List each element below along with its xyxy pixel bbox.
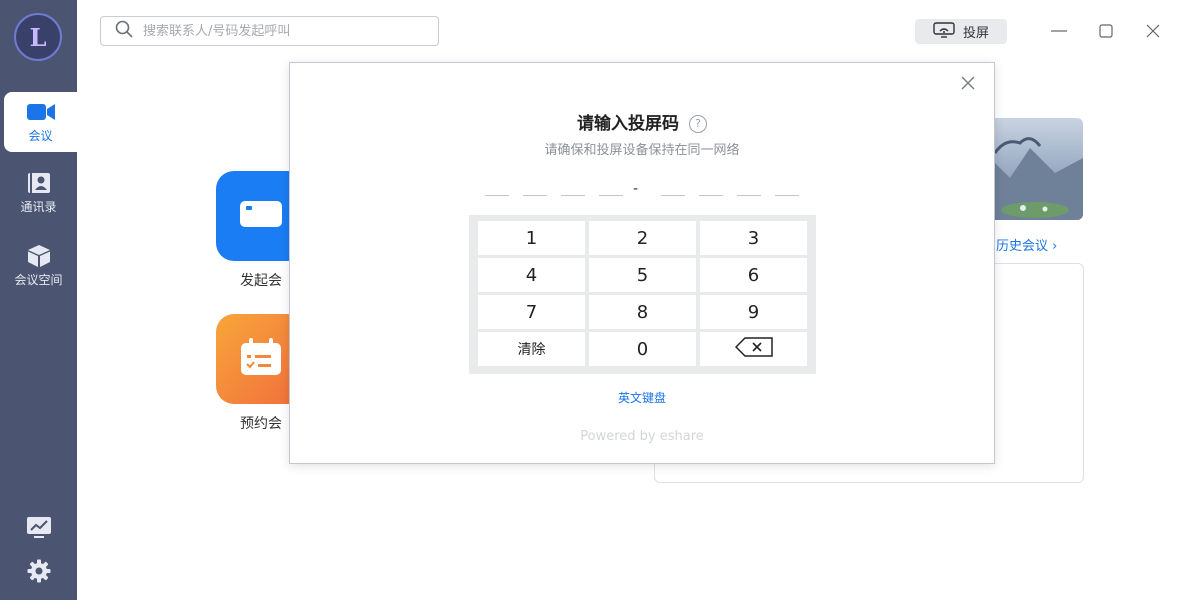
key-5[interactable]: 5 xyxy=(589,258,696,292)
sidebar-item-label: 通讯录 xyxy=(20,200,57,214)
key-0[interactable]: 0 xyxy=(589,332,696,366)
key-1[interactable]: 1 xyxy=(478,221,585,255)
minimize-icon[interactable] xyxy=(1047,20,1071,42)
key-3[interactable]: 3 xyxy=(700,221,807,255)
dialog-title: 请输入投屏码 xyxy=(577,114,679,134)
sidebar-item-meeting-space[interactable]: 会议空间 xyxy=(0,236,77,296)
dialog-subtitle: 请确保和投屏设备保持在同一网络 xyxy=(544,143,740,158)
search-input[interactable] xyxy=(143,23,423,39)
cast-screen-icon xyxy=(933,21,955,42)
code-slot xyxy=(599,195,623,196)
key-6[interactable]: 6 xyxy=(700,258,807,292)
code-slot xyxy=(737,195,761,196)
logo-letter: L xyxy=(29,22,47,52)
key-8[interactable]: 8 xyxy=(589,295,696,329)
monitor-chart-icon[interactable] xyxy=(0,512,77,544)
app-logo[interactable]: L xyxy=(14,13,62,61)
sidebar-item-label: 会议空间 xyxy=(14,273,63,287)
english-keyboard-link[interactable]: 英文键盘 xyxy=(290,389,994,406)
history-meetings-link[interactable]: 历史会议 › xyxy=(996,235,1057,254)
video-camera-icon xyxy=(26,100,55,124)
backspace-key[interactable] xyxy=(700,332,807,366)
code-input-slots[interactable]: - xyxy=(485,181,801,199)
key-9[interactable]: 9 xyxy=(700,295,807,329)
schedule-meeting-label: 预约会 xyxy=(240,416,282,432)
dialog-title-row: 请输入投屏码? xyxy=(290,109,994,134)
code-slot xyxy=(661,195,685,196)
code-slot xyxy=(699,195,723,196)
gear-icon[interactable] xyxy=(0,555,77,587)
search-bar[interactable] xyxy=(100,16,439,46)
cast-button[interactable]: 投屏 xyxy=(915,19,1007,44)
code-slot xyxy=(523,195,547,196)
key-7[interactable]: 7 xyxy=(478,295,585,329)
backspace-icon xyxy=(734,336,773,362)
key-2[interactable]: 2 xyxy=(589,221,696,255)
code-slot xyxy=(485,195,509,196)
search-icon xyxy=(115,20,133,42)
sidebar: L 会议 通讯录 会议空间 xyxy=(0,0,77,600)
numeric-keypad: 1 2 3 4 5 6 7 8 9 清除 0 xyxy=(469,215,816,374)
powered-by-text: Powered by eshare xyxy=(580,429,704,444)
close-icon[interactable] xyxy=(958,73,978,93)
sidebar-item-contacts[interactable]: 通讯录 xyxy=(0,163,77,223)
clear-key[interactable]: 清除 xyxy=(478,332,585,366)
cast-code-dialog: 请输入投屏码? 请确保和投屏设备保持在同一网络 - 1 2 3 4 5 6 7 … xyxy=(289,62,995,464)
key-4[interactable]: 4 xyxy=(478,258,585,292)
code-slot xyxy=(561,195,585,196)
sidebar-item-label: 会议 xyxy=(28,129,53,143)
sidebar-item-meeting[interactable]: 会议 xyxy=(4,92,77,152)
help-icon[interactable]: ? xyxy=(689,114,707,133)
video-icon xyxy=(238,199,284,233)
close-window-icon[interactable] xyxy=(1141,20,1165,42)
cube-icon xyxy=(25,244,53,268)
contacts-icon xyxy=(25,171,53,195)
calendar-icon xyxy=(239,337,283,381)
start-meeting-label: 发起会 xyxy=(240,273,282,289)
cast-button-label: 投屏 xyxy=(962,26,989,41)
code-separator: - xyxy=(633,181,639,197)
code-slot xyxy=(775,195,799,196)
maximize-icon[interactable] xyxy=(1094,20,1118,42)
